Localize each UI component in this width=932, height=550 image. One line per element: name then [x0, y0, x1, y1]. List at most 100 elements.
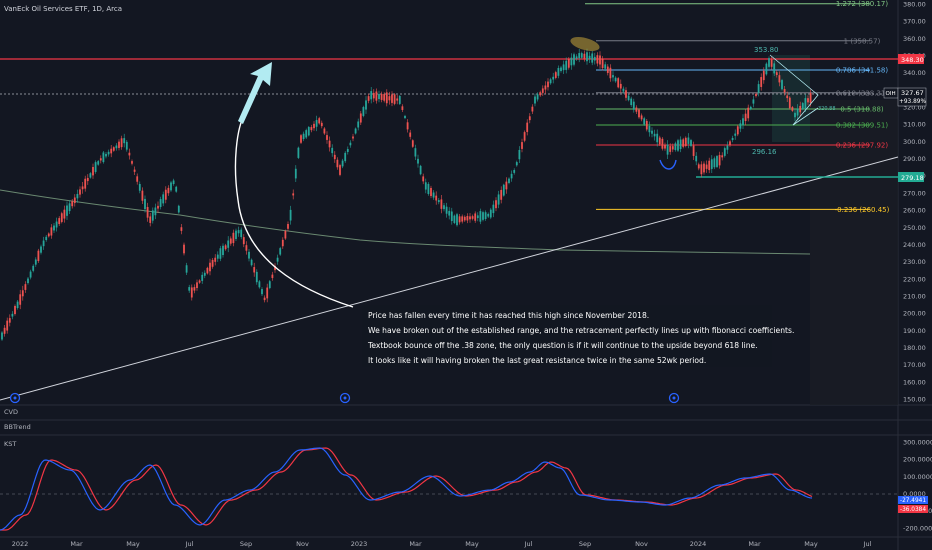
candle-body [591, 53, 594, 63]
time-tick-label: Sep [579, 540, 591, 548]
candle-body [315, 120, 318, 127]
bbtrend-label[interactable]: BBTrend [4, 423, 31, 431]
candle-body [539, 92, 542, 96]
candle-body [331, 147, 334, 154]
candle-body [775, 72, 778, 75]
candle-body [549, 79, 552, 84]
candle-body [284, 230, 287, 239]
candle-body [445, 206, 448, 214]
up-arrow-drawing[interactable] [238, 62, 272, 124]
candle-body [718, 155, 721, 166]
candle-body [97, 161, 100, 165]
candle-body [154, 207, 157, 216]
candle-body [211, 259, 214, 267]
event-marker[interactable] [9, 392, 21, 404]
candle-body [726, 145, 729, 150]
candle-body [136, 176, 139, 182]
top-highlight-marker[interactable] [569, 34, 601, 53]
candle-body [105, 153, 107, 157]
candle-body [242, 237, 245, 245]
candle-body [146, 206, 149, 218]
event-marker[interactable] [339, 392, 351, 404]
price-tick-label: 240.00 [903, 241, 926, 249]
candle-body [201, 274, 204, 281]
kst-axis[interactable]: 300.0000200.0000100.00000.0000-100.0000-… [903, 438, 932, 532]
annotation-connector[interactable] [234, 119, 354, 308]
cvd-label[interactable]: CVD [4, 408, 18, 416]
candle-body [544, 85, 547, 90]
kst-line[interactable] [0, 447, 813, 531]
candle-body [42, 240, 45, 247]
candle-body [318, 118, 321, 124]
candle-body [328, 140, 331, 148]
event-marker[interactable] [668, 392, 680, 404]
swing-low-label: 296.16 [752, 148, 777, 156]
candle-body [214, 257, 217, 262]
candle-body [71, 201, 74, 207]
kst-tick-label: -200.0000 [903, 524, 932, 532]
symbol-title[interactable]: VanEck Oil Services ETF, 1D, Arca [4, 5, 122, 13]
time-tick-label: May [804, 540, 818, 548]
price-tick-label: 150.00 [903, 396, 926, 404]
candle-body [164, 189, 167, 200]
candle-body [778, 75, 781, 83]
candle-body [749, 106, 752, 110]
time-tick-label: Jul [185, 540, 194, 548]
candle-body [552, 76, 555, 80]
candle-body [448, 210, 451, 216]
candle-body [115, 145, 118, 149]
kst-label[interactable]: KST [4, 440, 16, 448]
moving-average-line [0, 189, 811, 255]
candle-body [102, 152, 105, 163]
candle-body [521, 142, 523, 149]
candle-body [575, 56, 578, 59]
candle-body [112, 147, 115, 151]
candle-body [8, 318, 11, 323]
candle-body [297, 147, 300, 158]
candle-body [682, 139, 685, 147]
candle-body [560, 67, 562, 72]
candle-body [219, 248, 222, 259]
candle-body [534, 96, 536, 104]
candle-body [648, 125, 651, 133]
candle-body [281, 239, 284, 247]
candle-body [396, 98, 399, 101]
kst-signal-line[interactable] [0, 447, 813, 531]
fib-level-label: 0.236 (297.92) [836, 141, 888, 149]
projection-box[interactable] [772, 55, 810, 142]
candle-body [162, 194, 165, 204]
candle-body [645, 120, 648, 130]
candle-body [167, 187, 170, 194]
candle-body [120, 138, 123, 148]
time-axis[interactable]: 2022 Mar May Jul Sep Nov 2023 Mar May Jul Sep Nov 20… [12, 540, 872, 548]
candle-body [632, 101, 635, 110]
candle-body [742, 118, 744, 126]
candle-body [359, 113, 362, 123]
candle-body [476, 215, 479, 219]
candle-body [344, 152, 347, 162]
chart-canvas[interactable]: 1.272 (380.17) 1 (358.57) 0.786 (341.58) 0.… [0, 0, 932, 550]
candle-body [245, 245, 248, 251]
candle-body [333, 154, 336, 160]
candle-body [268, 281, 271, 289]
kst-signal-text: -36.0384 [900, 507, 926, 513]
candle-body [570, 57, 573, 66]
candle-body [619, 83, 622, 89]
candle-body [580, 53, 583, 58]
candle-body [422, 176, 425, 182]
candle-body [209, 262, 211, 272]
candle-body [341, 160, 344, 167]
candle-body [664, 144, 666, 149]
candle-body [484, 212, 487, 220]
price-tick-label: 250.00 [903, 224, 926, 232]
kst-value-text: -27.4941 [900, 498, 926, 504]
candle-body [596, 55, 599, 64]
candle-body [37, 250, 40, 262]
candle-body [1, 332, 3, 340]
candle-body [367, 96, 370, 101]
candle-body [79, 189, 81, 195]
bounce-marker[interactable] [659, 159, 677, 170]
candle-body [110, 148, 113, 154]
price-tick-label: 190.00 [903, 327, 926, 335]
candle-body [708, 160, 711, 171]
